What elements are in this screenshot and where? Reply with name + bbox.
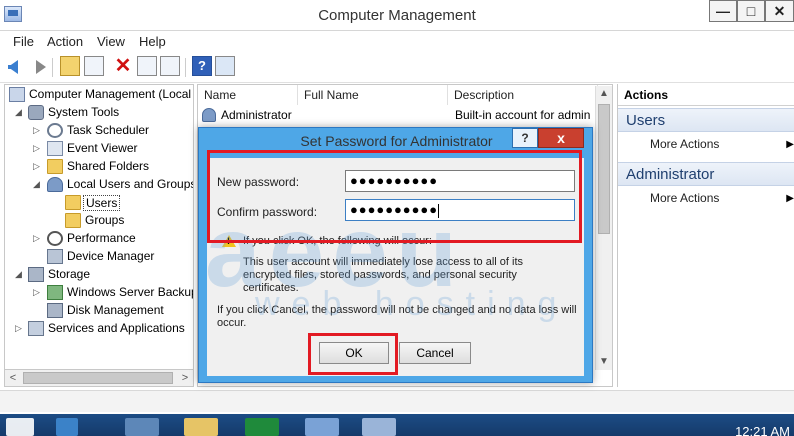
- column-header-description[interactable]: Description: [448, 85, 598, 105]
- ok-button[interactable]: OK: [319, 342, 389, 364]
- device-manager-icon: [47, 249, 63, 264]
- warning-heading: If you click OK, the following will occu…: [243, 235, 432, 247]
- confirm-password-label: Confirm password:: [217, 205, 318, 219]
- window-title: Computer Management: [318, 7, 476, 24]
- taskbar: 12:21 AM: [0, 414, 794, 436]
- folder-icon: [65, 213, 81, 228]
- chevron-right-icon: ▶: [786, 139, 794, 150]
- back-button[interactable]: [6, 57, 26, 77]
- show-hide-action-pane-icon[interactable]: [215, 56, 235, 76]
- warning-icon: [222, 235, 236, 247]
- actions-pane: Actions Users More Actions ▶ Administrat…: [617, 84, 794, 387]
- scroll-up-icon[interactable]: ▲: [596, 86, 612, 102]
- scrollbar-thumb[interactable]: [23, 372, 173, 384]
- title-bar: Computer Management — □ ✕: [0, 0, 794, 31]
- scrollbar-thumb[interactable]: [598, 104, 610, 234]
- export-list-icon[interactable]: [160, 56, 180, 76]
- forward-button[interactable]: [28, 57, 48, 77]
- cancel-button[interactable]: Cancel: [399, 342, 471, 364]
- dialog-help-button[interactable]: ?: [512, 128, 538, 148]
- forward-arrow-icon: [36, 60, 46, 74]
- more-actions-users[interactable]: More Actions: [650, 137, 719, 151]
- folder-icon: [65, 195, 81, 210]
- toolbar-separator: [185, 58, 186, 77]
- menu-bar: File Action View Help: [0, 31, 794, 53]
- store-icon[interactable]: [245, 418, 279, 436]
- dialog-body: New password: ●●●●●●●●●● Confirm passwor…: [207, 158, 584, 376]
- maximize-button[interactable]: □: [737, 0, 765, 22]
- new-password-input[interactable]: ●●●●●●●●●●: [345, 170, 575, 192]
- console-tree: Computer Management (Local ◢ System Tool…: [4, 84, 194, 387]
- expand-icon[interactable]: ▷: [33, 287, 43, 297]
- status-bar: [0, 390, 794, 412]
- properties-icon[interactable]: [137, 56, 157, 76]
- scroll-right-icon[interactable]: >: [177, 370, 193, 386]
- expand-icon[interactable]: ▷: [33, 161, 43, 171]
- menu-action[interactable]: Action: [47, 34, 83, 49]
- actions-group-administrator[interactable]: Administrator: [618, 162, 794, 186]
- back-arrow-icon: [8, 60, 18, 74]
- menu-help[interactable]: Help: [139, 34, 166, 49]
- text-caret: [438, 203, 440, 218]
- delete-icon[interactable]: ✕: [113, 56, 133, 76]
- menu-view[interactable]: View: [97, 34, 125, 49]
- tools-icon: [28, 105, 44, 120]
- actions-group-users[interactable]: Users: [618, 108, 794, 132]
- menu-file[interactable]: File: [13, 34, 34, 49]
- cancel-note: If you click Cancel, the password will n…: [217, 304, 577, 329]
- computer-icon: [9, 87, 25, 102]
- server-manager-icon[interactable]: [56, 418, 78, 436]
- collapse-icon[interactable]: ◢: [15, 269, 25, 279]
- minimize-button[interactable]: —: [709, 0, 737, 22]
- confirm-password-input[interactable]: ●●●●●●●●●●: [345, 199, 575, 221]
- performance-icon: [47, 231, 63, 246]
- chevron-right-icon: ▶: [786, 193, 794, 204]
- column-header-full-name[interactable]: Full Name: [298, 85, 448, 105]
- start-icon[interactable]: [6, 418, 34, 436]
- tree-horizontal-scrollbar[interactable]: < >: [4, 369, 194, 387]
- expand-icon[interactable]: ▷: [33, 143, 43, 153]
- dialog-close-button[interactable]: x: [538, 128, 584, 148]
- expand-icon[interactable]: ▷: [33, 125, 43, 135]
- list-vertical-scrollbar[interactable]: ▲ ▼: [595, 86, 612, 370]
- table-row[interactable]: Administrator Built-in account for admin: [202, 106, 594, 124]
- actions-header: Actions: [618, 84, 794, 106]
- scroll-left-icon[interactable]: <: [5, 370, 21, 386]
- user-icon: [202, 108, 216, 122]
- help-icon[interactable]: ?: [192, 56, 212, 76]
- shared-folder-icon: [47, 159, 63, 174]
- expand-icon[interactable]: ▷: [15, 323, 25, 333]
- column-header-name[interactable]: Name: [198, 85, 298, 105]
- clock-icon: [47, 123, 63, 138]
- taskbar-app-icon[interactable]: [305, 418, 339, 436]
- collapse-icon[interactable]: ◢: [33, 179, 43, 189]
- warning-body: This user account will immediately lose …: [243, 256, 523, 294]
- toolbar-separator: [52, 58, 53, 77]
- backup-icon: [47, 285, 63, 300]
- services-icon: [28, 321, 44, 336]
- close-button[interactable]: ✕: [765, 0, 794, 22]
- set-password-dialog: Set Password for Administrator ? x New p…: [198, 127, 593, 383]
- toolbar: ✕ ?: [0, 53, 794, 83]
- event-viewer-icon: [47, 141, 63, 156]
- up-folder-icon[interactable]: [60, 56, 80, 76]
- disk-icon: [47, 303, 63, 318]
- expand-icon[interactable]: ▷: [33, 233, 43, 243]
- show-hide-console-tree-icon[interactable]: [84, 56, 104, 76]
- scroll-down-icon[interactable]: ▼: [596, 354, 612, 370]
- storage-icon: [28, 267, 44, 282]
- taskbar-clock[interactable]: 12:21 AM: [735, 424, 790, 436]
- file-explorer-icon[interactable]: [184, 418, 218, 436]
- computer-management-taskbar-icon[interactable]: [362, 418, 396, 436]
- collapse-icon[interactable]: ◢: [15, 107, 25, 117]
- powershell-icon[interactable]: [125, 418, 159, 436]
- users-group-icon: [47, 177, 63, 192]
- new-password-label: New password:: [217, 175, 300, 189]
- more-actions-administrator[interactable]: More Actions: [650, 191, 719, 205]
